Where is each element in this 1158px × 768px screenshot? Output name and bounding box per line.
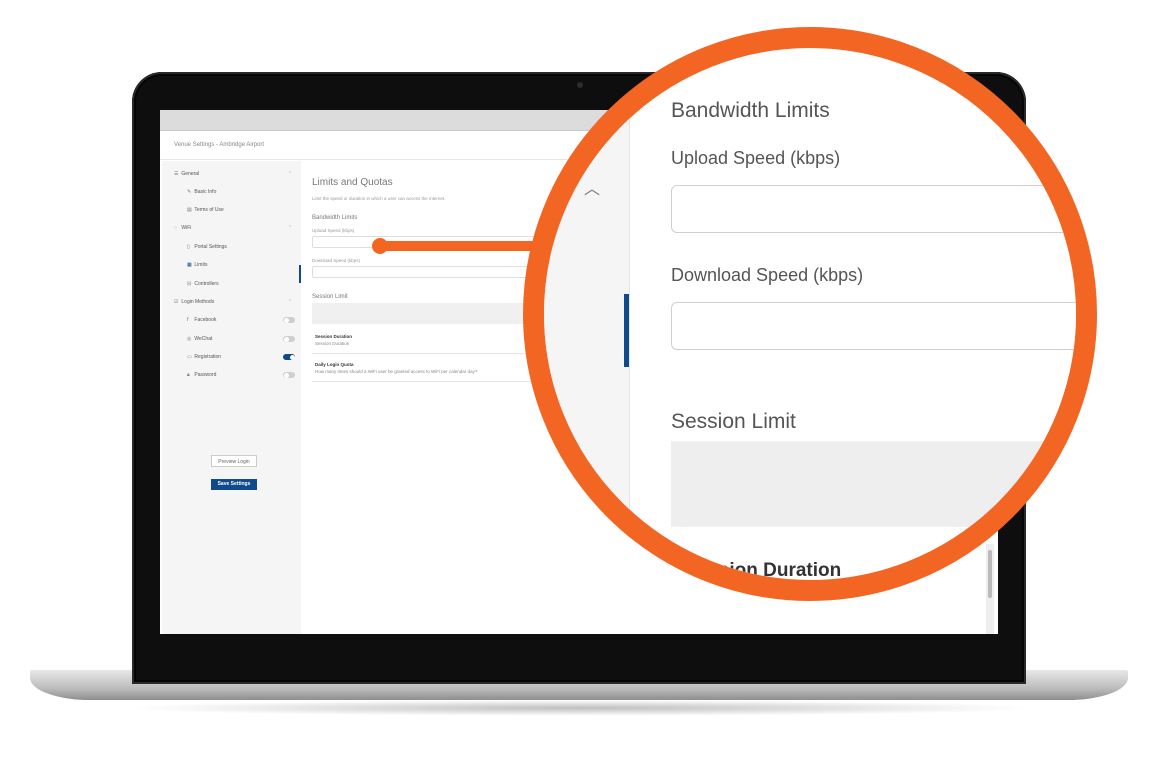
sidebar-item-label: Basic Info — [194, 189, 217, 195]
magnified-session-heading: Session Limit — [671, 410, 796, 433]
sidebar-item-label: Registration — [194, 354, 222, 360]
chevron-up-icon[interactable]: ⌃ — [288, 225, 292, 231]
login-icon: ☑ — [174, 299, 179, 305]
controller-icon: ⊟ — [187, 281, 192, 287]
magnified-download-input[interactable] — [671, 302, 1076, 350]
list-item[interactable]: Daily Login Quota How many times should … — [312, 359, 542, 382]
magnified-upload-input[interactable] — [671, 185, 1076, 233]
registration-toggle[interactable] — [283, 354, 295, 360]
session-heading: Session Limit — [312, 294, 348, 300]
preview-login-button[interactable]: Preview Login — [211, 455, 257, 467]
sidebar-item-registration: ▭ Registration — [187, 352, 221, 362]
session-limit-panel — [312, 303, 542, 324]
section-description: Limit the speed or duration in which a u… — [312, 196, 446, 201]
facebook-toggle[interactable] — [283, 317, 295, 323]
chevron-up-icon[interactable]: ︿ — [584, 466, 600, 490]
wechat-icon: ◎ — [187, 336, 192, 342]
sidebar-item-label: Portal Settings — [194, 244, 227, 250]
sidebar-section-login-methods[interactable]: ☑ Login Methods — [174, 297, 214, 307]
sidebar-item-label: Limits — [194, 262, 208, 268]
wifi-icon: ◌ — [174, 225, 177, 231]
limits-icon: ▦ — [187, 262, 192, 268]
sidebar-item-label: Password — [194, 372, 217, 378]
upload-label: Upload Speed (kbps) — [312, 228, 355, 233]
magnified-active-indicator — [624, 294, 629, 367]
download-speed-input[interactable] — [312, 266, 542, 278]
download-label: Download Speed (kbps) — [312, 258, 361, 263]
sidebar-item-basic-info[interactable]: ✎ Basic Info — [187, 187, 216, 197]
row-subtitle: How many times should a WiFi user be gra… — [315, 369, 478, 374]
sidebar-item-portal-settings[interactable]: ▯ Portal Settings — [187, 242, 227, 252]
sidebar-item-label: Terms of Use — [194, 207, 224, 213]
sidebar-section-general[interactable]: ☰ General — [174, 169, 199, 179]
list-item[interactable]: Session Duration Session Duration — [312, 331, 542, 354]
registration-icon: ▭ — [187, 354, 192, 360]
facebook-icon: f — [187, 317, 189, 323]
pencil-icon: ✎ — [187, 189, 192, 195]
sidebar-item-label: Facebook — [194, 317, 217, 323]
magnified-session-panel — [671, 441, 1076, 527]
magnifier-callout: ︿ ︿ Bandwidth Limits Upload Speed (kbps)… — [523, 27, 1097, 601]
sidebar-section-label: Login Methods — [181, 299, 215, 305]
callout-dot — [372, 238, 388, 254]
chevron-up-icon[interactable]: ⌃ — [288, 171, 292, 177]
active-indicator — [299, 265, 301, 283]
sidebar: ☰ General ⌃ ✎ Basic Info ▤ Terms of Use … — [162, 161, 301, 634]
magnified-upload-label: Upload Speed (kbps) — [671, 148, 841, 168]
sidebar-item-terms[interactable]: ▤ Terms of Use — [187, 205, 224, 215]
bandwidth-heading: Bandwidth Limits — [312, 215, 358, 221]
sidebar-item-label: WeChat — [194, 336, 213, 342]
list-icon: ☰ — [174, 171, 179, 177]
sidebar-item-limits[interactable]: ▦ Limits — [187, 260, 207, 270]
password-toggle[interactable] — [283, 372, 295, 378]
row-title: Session Duration — [315, 334, 353, 339]
magnified-bandwidth-heading: Bandwidth Limits — [671, 99, 830, 122]
sidebar-section-label: General — [181, 171, 200, 177]
magnified-download-label: Download Speed (kbps) — [671, 265, 864, 285]
sidebar-item-wechat: ◎ WeChat — [187, 334, 212, 344]
chevron-up-icon[interactable]: ︿ — [584, 175, 600, 199]
row-title: Daily Login Quota — [315, 362, 354, 367]
sidebar-item-controllers[interactable]: ⊟ Controllers — [187, 279, 219, 289]
sidebar-section-wifi[interactable]: ◌ WiFi — [174, 223, 191, 233]
sidebar-item-password: 🔒︎ Password — [187, 370, 216, 380]
save-settings-button[interactable]: Save Settings — [211, 479, 257, 490]
lock-icon: 🔒︎ — [187, 372, 190, 378]
sidebar-section-label: WiFi — [181, 225, 192, 231]
chevron-up-icon[interactable]: ⌃ — [288, 299, 292, 305]
section-title: Limits and Quotas — [312, 177, 393, 188]
sidebar-item-facebook: f Facebook — [187, 315, 216, 325]
sidebar-item-label: Controllers — [194, 281, 219, 287]
row-subtitle: Session Duration — [315, 341, 350, 346]
wechat-toggle[interactable] — [283, 336, 295, 342]
page-icon: ▯ — [187, 244, 190, 250]
magnified-session-duration: Session Duration — [685, 560, 842, 581]
document-icon: ▤ — [187, 207, 192, 213]
laptop-shadow — [120, 700, 1040, 716]
